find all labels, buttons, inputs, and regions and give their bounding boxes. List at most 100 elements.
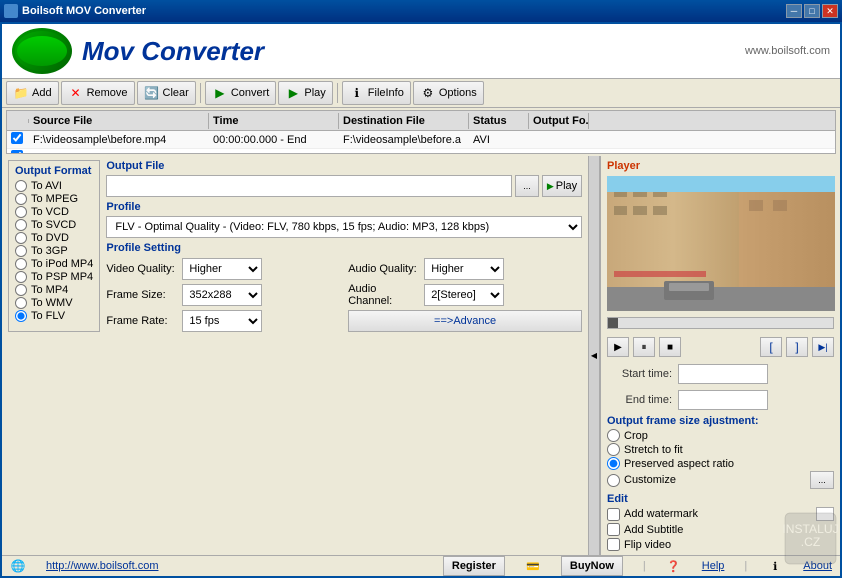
minimize-button[interactable]: ─ (786, 4, 802, 18)
frame-size-select[interactable]: 352x288 320x240 640x480 (182, 284, 262, 306)
start-time-row: Start time: 00:00:00.000 (607, 363, 834, 385)
format-option-svcd[interactable]: To SVCD (15, 219, 93, 231)
website-link[interactable]: http://www.boilsoft.com (46, 560, 159, 572)
end-time-label: End time: (607, 394, 672, 406)
format-option-wmv[interactable]: To WMV (15, 297, 93, 309)
separator-2 (337, 83, 338, 103)
row2-source: F:\videosample\DSC00161.3GP (29, 151, 209, 155)
window-detail (614, 206, 627, 216)
frame-rate-row: Frame Rate: 15 fps 10 fps 20 fps 25 fps … (106, 310, 340, 332)
player-title: Player (607, 160, 834, 172)
video-quality-row: Video Quality: Higher Normal Lower (106, 258, 340, 280)
right-sub-panel: Output File F:\videosample\DSC00161.flv … (106, 160, 582, 332)
output-play-button[interactable]: ▶ Play (542, 175, 582, 197)
file-table-header: Source File Time Destination File Status… (7, 111, 835, 131)
profile-setting-title: Profile Setting (106, 242, 582, 254)
app-icon (4, 4, 18, 18)
row2-time: 00:00:00.000 - End (209, 151, 339, 155)
collapse-button[interactable]: ◀ (588, 156, 600, 555)
audio-channel-select[interactable]: 2[Stereo] 1[Mono] (424, 284, 504, 306)
format-option-3gp[interactable]: To 3GP (15, 245, 93, 257)
frame-rate-label: Frame Rate: (106, 315, 178, 327)
output-file-input[interactable]: F:\videosample\DSC00161.flv (106, 175, 512, 197)
advance-button[interactable]: ==>Advance (348, 310, 582, 332)
profile-section: Profile FLV - Optimal Quality - (Video: … (106, 201, 582, 238)
register-button[interactable]: Register (443, 556, 505, 576)
play-ctrl-button[interactable]: ▶ (607, 337, 629, 357)
help-icon: ❓ (666, 558, 682, 574)
frame-option-crop[interactable]: Crop (607, 429, 834, 442)
row2-status: FLV (469, 151, 529, 155)
seek-handle[interactable] (608, 318, 618, 328)
end-time-input[interactable]: 00:00:00.000 (678, 390, 768, 410)
seek-bar[interactable] (607, 317, 834, 329)
frame-option-stretch[interactable]: Stretch to fit (607, 443, 834, 456)
frame-option-customize[interactable]: Customize (607, 474, 676, 487)
format-option-vcd[interactable]: To VCD (15, 206, 93, 218)
file-table-area: Source File Time Destination File Status… (6, 110, 836, 154)
mark-out-button[interactable]: ] (786, 337, 808, 357)
street-scene-bg (607, 176, 835, 311)
customize-button[interactable]: ... (810, 471, 834, 489)
browse-button[interactable]: ... (515, 175, 539, 197)
row1-time: 00:00:00.000 - End (209, 133, 339, 147)
fileinfo-icon: ℹ (349, 85, 365, 101)
main-content: Output Format To AVI To MPEG To VCD To S… (2, 156, 840, 555)
video-quality-select[interactable]: Higher Normal Lower (182, 258, 262, 280)
mark-in-button[interactable]: [ (760, 337, 782, 357)
convert-button[interactable]: ▶ Convert (205, 81, 277, 105)
format-option-flv[interactable]: To FLV (15, 310, 93, 322)
add-icon: 📁 (13, 85, 29, 101)
svg-text:INSTALUJ: INSTALUJ (783, 522, 838, 536)
clear-button[interactable]: 🔄 Clear (137, 81, 196, 105)
toolbar: 📁 Add ✕ Remove 🔄 Clear ▶ Convert ▶ Play … (2, 79, 840, 108)
remove-button[interactable]: ✕ Remove (61, 81, 135, 105)
player-screen (607, 176, 835, 311)
options-icon: ⚙ (420, 85, 436, 101)
bottom-bar: 🌐 http://www.boilsoft.com Register 💳 Buy… (2, 555, 840, 576)
format-option-dvd[interactable]: To DVD (15, 232, 93, 244)
add-subtitle-checkbox[interactable] (607, 523, 620, 536)
add-watermark-checkbox[interactable] (607, 508, 620, 521)
profile-grid: Video Quality: Higher Normal Lower Audio… (106, 258, 582, 332)
format-option-ipod[interactable]: To iPod MP4 (15, 258, 93, 270)
start-time-input[interactable]: 00:00:00.000 (678, 364, 768, 384)
audio-quality-select[interactable]: Higher Normal Lower (424, 258, 504, 280)
format-option-psp[interactable]: To PSP MP4 (15, 271, 93, 283)
col-header-status: Status (469, 113, 529, 129)
maximize-button[interactable]: □ (804, 4, 820, 18)
frame-size-row: Frame Size: 352x288 320x240 640x480 (106, 283, 340, 307)
app-header-title: Mov Converter (82, 36, 264, 67)
building-right (739, 190, 835, 295)
play-button[interactable]: ▶ Play (278, 81, 332, 105)
row2-checkbox[interactable] (11, 150, 23, 154)
add-button[interactable]: 📁 Add (6, 81, 59, 105)
format-option-mpeg[interactable]: To MPEG (15, 193, 93, 205)
options-button[interactable]: ⚙ Options (413, 81, 484, 105)
left-top-row: Output Format To AVI To MPEG To VCD To S… (8, 160, 582, 332)
about-icon: ℹ (767, 558, 783, 574)
pause-ctrl-button[interactable]: ⏸ (633, 337, 655, 357)
profile-setting-section: Profile Setting Video Quality: Higher No… (106, 242, 582, 332)
format-option-mp4[interactable]: To MP4 (15, 284, 93, 296)
frame-option-preserved[interactable]: Preserved aspect ratio (607, 457, 834, 470)
mark-play-button[interactable]: ▶| (812, 337, 834, 357)
fileinfo-button[interactable]: ℹ FileInfo (342, 81, 411, 105)
window-detail (633, 206, 646, 216)
flip-video-checkbox[interactable] (607, 538, 620, 551)
row1-output (529, 139, 589, 141)
stop-ctrl-button[interactable]: ■ (659, 337, 681, 357)
frame-size-label: Frame Size: (106, 289, 178, 301)
close-button[interactable]: ✕ (822, 4, 838, 18)
format-option-avi[interactable]: To AVI (15, 180, 93, 192)
output-file-title: Output File (106, 160, 582, 172)
col-header-dest: Destination File (339, 113, 469, 129)
buynow-button[interactable]: BuyNow (561, 556, 623, 576)
profile-select[interactable]: FLV - Optimal Quality - (Video: FLV, 780… (106, 216, 582, 238)
output-frame-section: Output frame size ajustment: Crop Stretc… (607, 415, 834, 489)
frame-rate-select[interactable]: 15 fps 10 fps 20 fps 25 fps 30 fps (182, 310, 262, 332)
edit-section: Edit Add watermark Add Subtitle INSTALUJ… (607, 493, 834, 551)
row1-checkbox[interactable] (11, 132, 23, 144)
help-link[interactable]: Help (702, 560, 725, 572)
left-panel: Output Format To AVI To MPEG To VCD To S… (2, 156, 588, 555)
